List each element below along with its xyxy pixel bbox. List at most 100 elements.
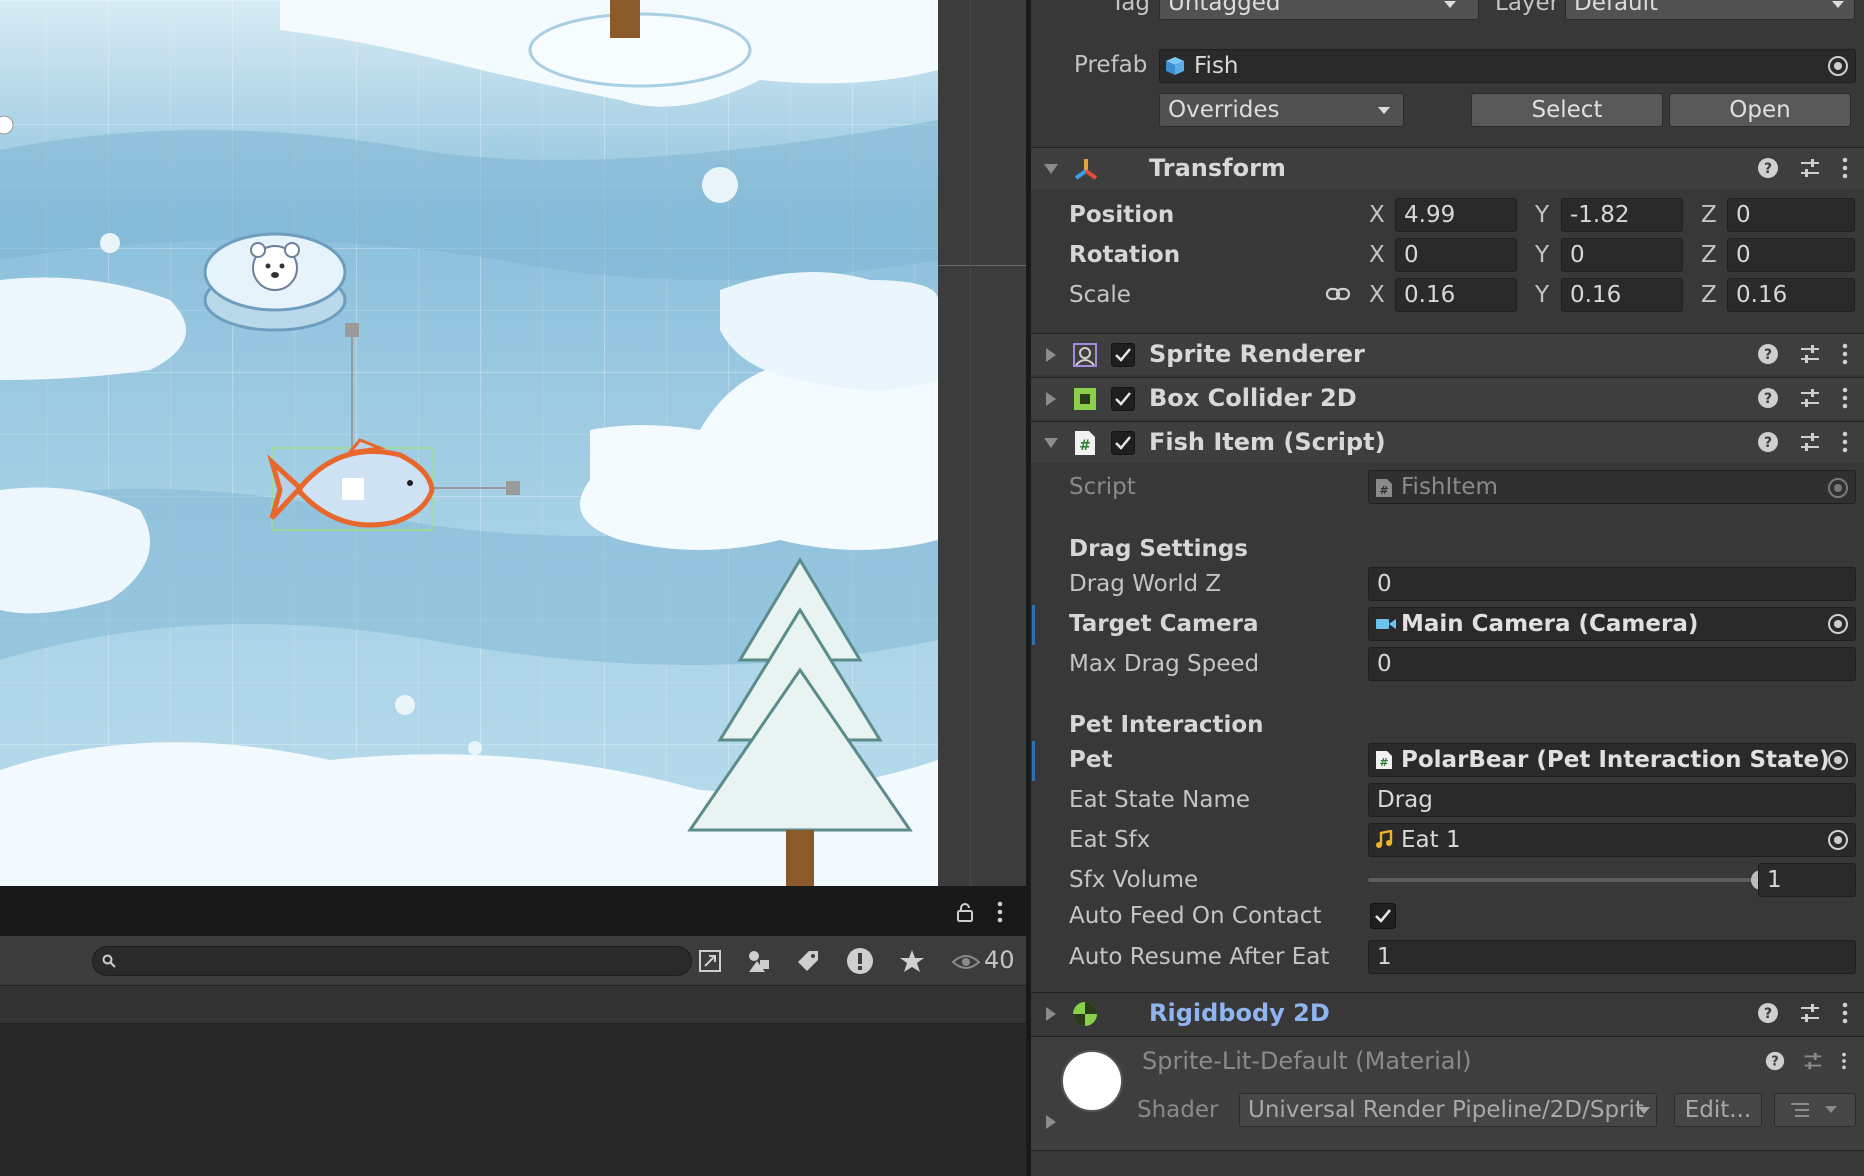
- presets-sliders-icon[interactable]: [1798, 386, 1822, 410]
- rigidbody-title: Rigidbody 2D: [1149, 999, 1330, 1027]
- auto-resume-field[interactable]: 1: [1368, 940, 1856, 974]
- auto-feed-checkbox[interactable]: [1370, 903, 1396, 929]
- rotation-x-field[interactable]: 0: [1395, 238, 1517, 272]
- foldout-collapsed-icon[interactable]: [1043, 391, 1059, 407]
- target-camera-field[interactable]: Main Camera (Camera): [1368, 607, 1856, 641]
- position-y-label: Y: [1535, 202, 1550, 228]
- eat-state-name-field[interactable]: Drag: [1368, 783, 1856, 817]
- kebab-menu-icon[interactable]: [1840, 156, 1850, 180]
- pet-interaction-header: Pet Interaction: [1069, 712, 1264, 738]
- foldout-collapsed-icon[interactable]: [1043, 1114, 1059, 1130]
- script-file-icon: #: [1075, 431, 1095, 455]
- scale-z-field[interactable]: 0.16: [1727, 278, 1855, 312]
- max-drag-speed-field[interactable]: 0: [1368, 647, 1856, 681]
- search-icon: [102, 954, 116, 968]
- foldout-collapsed-icon[interactable]: [1043, 1006, 1059, 1022]
- visibility-eye-icon[interactable]: [952, 952, 980, 972]
- object-picker-icon[interactable]: [1827, 613, 1849, 635]
- scale-x-field[interactable]: 0.16: [1395, 278, 1517, 312]
- foldout-expanded-icon[interactable]: [1043, 161, 1059, 177]
- position-z-field[interactable]: 0: [1727, 198, 1855, 232]
- rotation-y-field[interactable]: 0: [1561, 238, 1683, 272]
- box-collider-enabled-checkbox[interactable]: [1111, 387, 1135, 411]
- presets-sliders-icon[interactable]: [1798, 342, 1822, 366]
- object-picker-icon[interactable]: [1827, 749, 1849, 771]
- project-toolbar: 40: [0, 936, 1026, 986]
- open-button[interactable]: Open: [1669, 93, 1851, 127]
- inspector-footer: [1031, 1150, 1864, 1176]
- material-preview: [1061, 1050, 1123, 1112]
- help-icon[interactable]: ?: [1756, 342, 1780, 366]
- rotation-z-field[interactable]: 0: [1727, 238, 1855, 272]
- scene-view[interactable]: [0, 0, 938, 886]
- max-drag-speed-label: Max Drag Speed: [1069, 651, 1260, 677]
- svg-text:#: #: [1379, 484, 1388, 497]
- help-icon[interactable]: ?: [1756, 1001, 1780, 1025]
- pet-field[interactable]: PolarBear (Pet Interaction State): [1368, 743, 1856, 777]
- rigidbody-header[interactable]: Rigidbody 2D ?: [1031, 992, 1864, 1034]
- override-indicator: [1032, 741, 1035, 781]
- help-icon[interactable]: ?: [1756, 430, 1780, 454]
- shader-options-button[interactable]: [1774, 1093, 1856, 1127]
- script-field: FishItem: [1368, 470, 1856, 504]
- help-icon[interactable]: ?: [1756, 156, 1780, 180]
- kebab-menu-icon[interactable]: [1840, 342, 1850, 366]
- layer-dropdown[interactable]: Default: [1565, 0, 1855, 20]
- presets-sliders-icon[interactable]: [1802, 1050, 1824, 1072]
- chevron-down-icon: [1378, 107, 1390, 114]
- shader-edit-button[interactable]: Edit...: [1674, 1093, 1762, 1127]
- camera-icon: [1376, 619, 1396, 629]
- project-search-input[interactable]: [92, 946, 692, 976]
- lock-icon[interactable]: [956, 902, 974, 922]
- presets-sliders-icon[interactable]: [1798, 1001, 1822, 1025]
- kebab-menu-icon[interactable]: [1840, 1001, 1850, 1025]
- select-button[interactable]: Select: [1471, 93, 1663, 127]
- warning-icon[interactable]: [842, 946, 878, 976]
- kebab-menu-icon[interactable]: [1840, 386, 1850, 410]
- rotation-z-label: Z: [1701, 242, 1717, 268]
- filter-by-label-icon[interactable]: [790, 946, 826, 976]
- overrides-dropdown[interactable]: Overrides: [1159, 93, 1404, 127]
- presets-sliders-icon[interactable]: [1798, 430, 1822, 454]
- svg-text:?: ?: [1764, 435, 1772, 451]
- box-collider-icon: [1074, 388, 1096, 410]
- kebab-menu-icon[interactable]: [1840, 430, 1850, 454]
- target-camera-label: Target Camera: [1069, 611, 1259, 637]
- transform-header[interactable]: Transform ?: [1031, 147, 1864, 189]
- kebab-menu-icon[interactable]: [994, 900, 1006, 924]
- box-collider-header[interactable]: Box Collider 2D ?: [1031, 377, 1864, 419]
- auto-feed-label: Auto Feed On Contact: [1069, 903, 1322, 929]
- fish-item-header[interactable]: # Fish Item (Script) ?: [1031, 421, 1864, 463]
- filter-by-type-icon[interactable]: [740, 946, 776, 976]
- presets-sliders-icon[interactable]: [1798, 156, 1822, 180]
- position-y-field[interactable]: -1.82: [1561, 198, 1683, 232]
- sfx-volume-field[interactable]: 1: [1758, 863, 1856, 897]
- box-collider-title: Box Collider 2D: [1149, 384, 1357, 412]
- constrain-proportions-link-icon[interactable]: [1325, 286, 1351, 302]
- foldout-expanded-icon[interactable]: [1043, 435, 1059, 451]
- object-picker-icon[interactable]: [1827, 55, 1849, 77]
- help-icon[interactable]: ?: [1756, 386, 1780, 410]
- kebab-menu-icon[interactable]: [1840, 1050, 1848, 1072]
- tag-dropdown[interactable]: Untagged: [1159, 0, 1479, 20]
- scale-y-field[interactable]: 0.16: [1561, 278, 1683, 312]
- object-picker-icon[interactable]: [1827, 829, 1849, 851]
- scale-x-label: X: [1369, 282, 1385, 308]
- drag-world-z-field[interactable]: 0: [1368, 567, 1856, 601]
- fish-item-enabled-checkbox[interactable]: [1111, 431, 1135, 455]
- foldout-collapsed-icon[interactable]: [1043, 347, 1059, 363]
- position-x-field[interactable]: 4.99: [1395, 198, 1517, 232]
- svg-text:?: ?: [1764, 347, 1772, 363]
- shader-dropdown[interactable]: Universal Render Pipeline/2D/Sprit: [1239, 1093, 1657, 1127]
- drag-world-z-label: Drag World Z: [1069, 571, 1222, 597]
- svg-text:?: ?: [1764, 1006, 1772, 1022]
- eat-sfx-field[interactable]: Eat 1: [1368, 823, 1856, 857]
- sfx-volume-slider-track[interactable]: [1368, 878, 1771, 882]
- scale-label: Scale: [1069, 282, 1131, 308]
- help-icon[interactable]: ?: [1764, 1050, 1786, 1072]
- favorite-star-icon[interactable]: [894, 946, 930, 976]
- sprite-renderer-enabled-checkbox[interactable]: [1111, 343, 1135, 367]
- search-by-type-icon[interactable]: [692, 946, 728, 976]
- prefab-field[interactable]: Fish: [1159, 49, 1856, 83]
- sprite-renderer-header[interactable]: Sprite Renderer ?: [1031, 333, 1864, 375]
